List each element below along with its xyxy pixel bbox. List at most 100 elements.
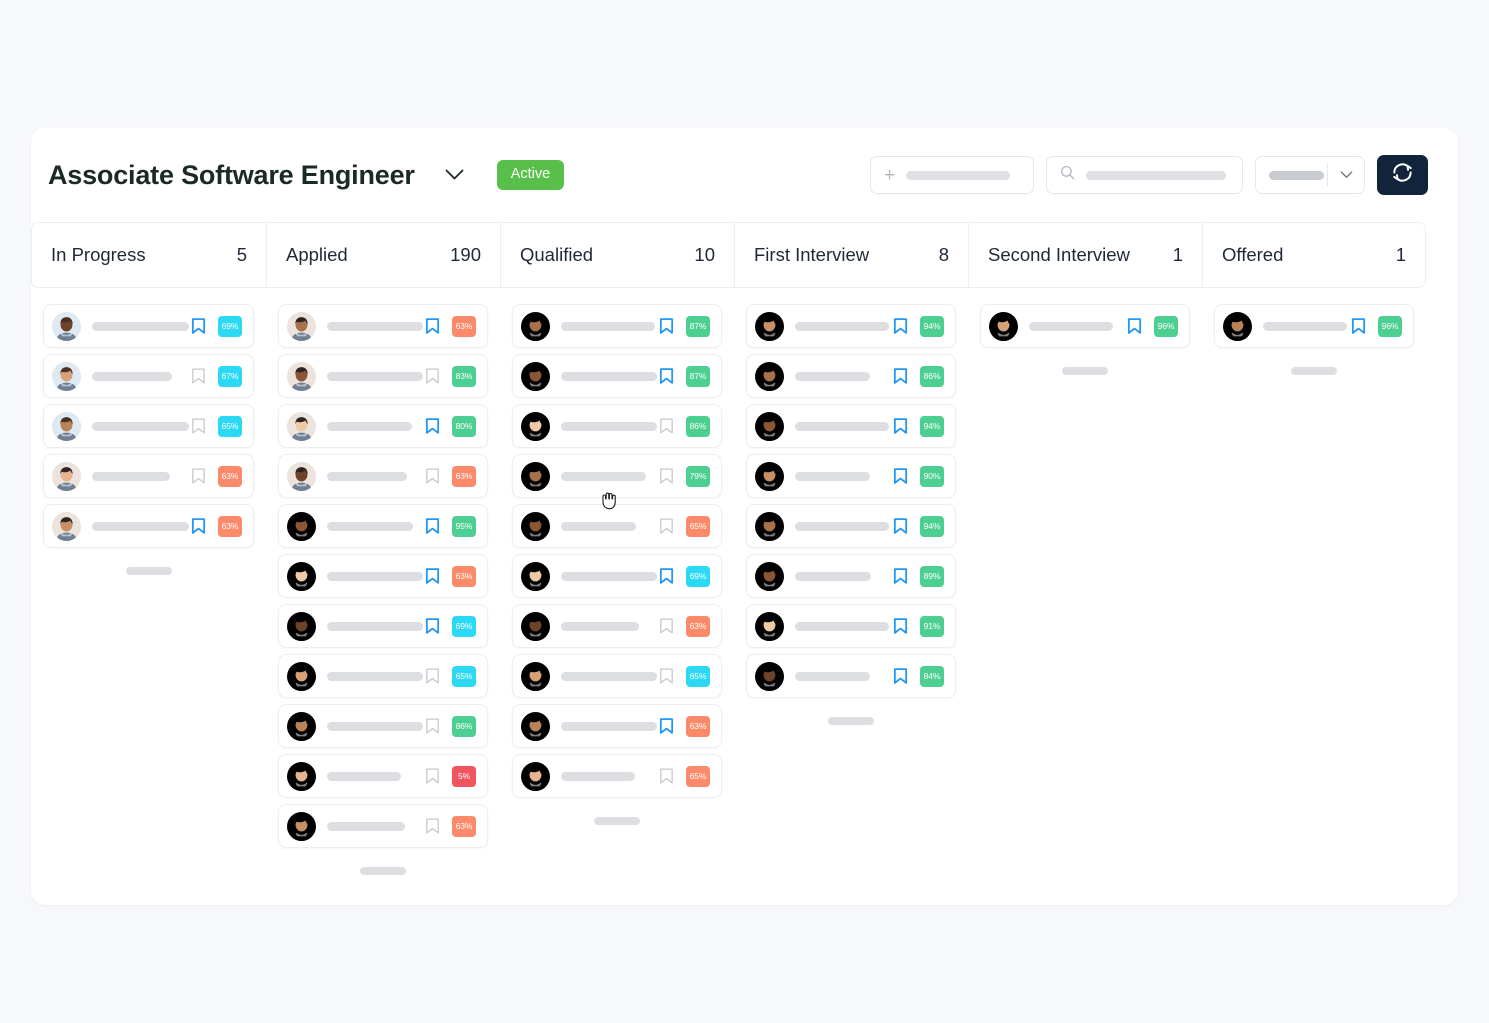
filter-select[interactable] xyxy=(1255,156,1365,194)
bookmark-icon[interactable] xyxy=(1349,317,1368,336)
bookmark-icon[interactable] xyxy=(423,417,442,436)
match-score-badge: 63% xyxy=(452,815,476,837)
bookmark-icon[interactable] xyxy=(657,767,676,786)
bookmark-icon[interactable] xyxy=(891,367,910,386)
candidate-card[interactable]: 65% xyxy=(278,654,488,698)
status-badge[interactable]: Active xyxy=(496,160,565,190)
bookmark-icon[interactable] xyxy=(891,317,910,336)
load-more-placeholder[interactable] xyxy=(1291,367,1337,375)
column-header[interactable]: In Progress 5 xyxy=(31,222,266,288)
refresh-button[interactable] xyxy=(1377,155,1428,195)
candidate-card[interactable]: 67% xyxy=(43,354,254,398)
column-header[interactable]: Qualified 10 xyxy=(500,222,734,288)
bookmark-icon[interactable] xyxy=(657,367,676,386)
bookmark-icon[interactable] xyxy=(423,467,442,486)
bookmark-icon[interactable] xyxy=(891,567,910,586)
candidate-card[interactable]: 94% xyxy=(746,304,956,348)
candidate-card[interactable]: 69% xyxy=(512,554,722,598)
avatar xyxy=(287,661,316,691)
bookmark-icon[interactable] xyxy=(189,417,208,436)
bookmark-icon[interactable] xyxy=(657,667,676,686)
candidate-card[interactable]: 63% xyxy=(278,804,488,848)
bookmark-icon[interactable] xyxy=(423,367,442,386)
avatar xyxy=(521,361,550,391)
candidate-name-placeholder xyxy=(561,521,636,531)
candidate-card[interactable]: 63% xyxy=(512,704,722,748)
candidate-card[interactable]: 63% xyxy=(278,554,488,598)
candidate-card[interactable]: 86% xyxy=(278,704,488,748)
candidate-card[interactable]: 63% xyxy=(43,504,254,548)
search-input[interactable] xyxy=(1046,156,1243,194)
column-footer-placeholder xyxy=(278,854,488,875)
bookmark-icon[interactable] xyxy=(891,467,910,486)
candidate-card[interactable]: 65% xyxy=(512,654,722,698)
candidate-card[interactable]: 91% xyxy=(746,604,956,648)
load-more-placeholder[interactable] xyxy=(1062,367,1108,375)
candidate-card[interactable]: 89% xyxy=(746,554,956,598)
bookmark-icon[interactable] xyxy=(423,517,442,536)
bookmark-icon[interactable] xyxy=(891,517,910,536)
bookmark-icon[interactable] xyxy=(891,417,910,436)
candidate-card[interactable]: 90% xyxy=(746,454,956,498)
bookmark-icon[interactable] xyxy=(189,317,208,336)
candidate-card[interactable]: 87% xyxy=(512,354,722,398)
bookmark-icon[interactable] xyxy=(657,617,676,636)
bookmark-icon[interactable] xyxy=(657,417,676,436)
bookmark-icon[interactable] xyxy=(423,817,442,836)
chevron-down-icon[interactable] xyxy=(435,155,475,195)
candidate-card[interactable]: 65% xyxy=(512,754,722,798)
candidate-card[interactable]: 86% xyxy=(512,404,722,448)
load-more-placeholder[interactable] xyxy=(828,717,874,725)
load-more-placeholder[interactable] xyxy=(125,567,172,575)
bookmark-icon[interactable] xyxy=(189,517,208,536)
bookmark-icon[interactable] xyxy=(657,567,676,586)
bookmark-icon[interactable] xyxy=(423,717,442,736)
candidate-card[interactable]: 63% xyxy=(278,304,488,348)
candidate-card[interactable]: 83% xyxy=(278,354,488,398)
add-candidate-button[interactable]: + xyxy=(870,156,1034,194)
candidate-card[interactable]: 65% xyxy=(43,404,254,448)
candidate-card[interactable]: 94% xyxy=(746,504,956,548)
candidate-card[interactable]: 96% xyxy=(1214,304,1414,348)
bookmark-icon[interactable] xyxy=(891,667,910,686)
column-title: Applied xyxy=(286,244,348,265)
load-more-placeholder[interactable] xyxy=(360,867,406,875)
candidate-card[interactable]: 86% xyxy=(746,354,956,398)
candidate-card[interactable]: 84% xyxy=(746,654,956,698)
column-header[interactable]: First Interview 8 xyxy=(734,222,968,288)
pipeline-column: Offered 1 96% xyxy=(1202,222,1426,375)
bookmark-icon[interactable] xyxy=(891,617,910,636)
candidate-card[interactable]: 94% xyxy=(746,404,956,448)
bookmark-icon[interactable] xyxy=(189,367,208,386)
bookmark-icon[interactable] xyxy=(657,717,676,736)
candidate-card[interactable]: 80% xyxy=(278,404,488,448)
avatar xyxy=(287,311,316,341)
candidate-card[interactable]: 96% xyxy=(980,304,1190,348)
avatar xyxy=(755,311,784,341)
candidate-card[interactable]: 69% xyxy=(43,304,254,348)
bookmark-icon[interactable] xyxy=(657,467,676,486)
load-more-placeholder[interactable] xyxy=(594,817,640,825)
candidate-card[interactable]: 63% xyxy=(512,604,722,648)
candidate-card[interactable]: 95% xyxy=(278,504,488,548)
candidate-card[interactable]: 5% xyxy=(278,754,488,798)
bookmark-icon[interactable] xyxy=(423,317,442,336)
candidate-card[interactable]: 65% xyxy=(512,504,722,548)
candidate-card[interactable]: 87% xyxy=(512,304,722,348)
column-header[interactable]: Applied 190 xyxy=(266,222,500,288)
candidate-card[interactable]: 79% xyxy=(512,454,722,498)
bookmark-icon[interactable] xyxy=(657,317,676,336)
column-header[interactable]: Second Interview 1 xyxy=(968,222,1202,288)
column-header[interactable]: Offered 1 xyxy=(1202,222,1426,288)
candidate-card[interactable]: 63% xyxy=(43,454,254,498)
bookmark-icon[interactable] xyxy=(423,617,442,636)
bookmark-icon[interactable] xyxy=(657,517,676,536)
bookmark-icon[interactable] xyxy=(423,567,442,586)
candidate-card[interactable]: 69% xyxy=(278,604,488,648)
bookmark-icon[interactable] xyxy=(423,667,442,686)
candidate-card[interactable]: 63% xyxy=(278,454,488,498)
bookmark-icon[interactable] xyxy=(189,467,208,486)
bookmark-icon[interactable] xyxy=(1125,317,1144,336)
bookmark-icon[interactable] xyxy=(423,767,442,786)
chevron-down-icon[interactable] xyxy=(1328,171,1364,179)
